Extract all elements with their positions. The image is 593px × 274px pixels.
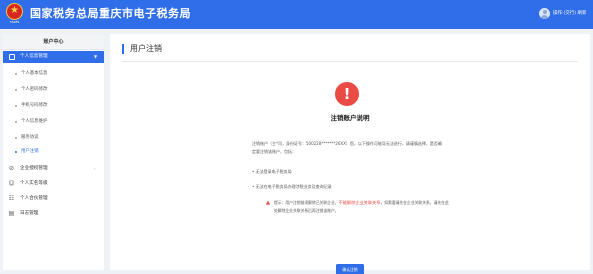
sidebar-group-label: 个人信息管理	[20, 54, 48, 59]
sidebar-menu-partnership[interactable]: ☷ 个人合伙管理	[3, 191, 104, 206]
sidebar-group-personal-info[interactable]: 个人信息管理 ▼	[3, 51, 104, 63]
sidebar-menu-log[interactable]: ▤ 日志管理	[3, 206, 104, 221]
user-avatar-icon[interactable]	[539, 8, 550, 19]
sidebar-item-account-cancel[interactable]: 用户注销	[3, 144, 104, 160]
notice-highlight: 不能解除企业关联关系	[338, 200, 381, 205]
chevron-down-icon: ▼	[94, 54, 98, 59]
tax-emblem-logo: ★ TAXES	[6, 3, 23, 24]
consequence-item: • 无法登录电子税务局	[252, 169, 292, 174]
cancel-description: 注销账户（主*司，身份证号：500228*******26XX）您，以下操作可能…	[252, 141, 442, 154]
chevron-right-icon: ›	[94, 166, 96, 171]
title-divider	[122, 61, 578, 62]
sidebar-title: 账户中心	[3, 34, 104, 50]
consequence-item: • 无法在电子税务局办理涉税业务及查询记录	[252, 184, 332, 189]
cancel-heading: 注销账户说明	[330, 114, 370, 122]
sidebar-item-phone[interactable]: 手机号码修改	[3, 98, 104, 114]
exclamation-icon: !	[335, 82, 359, 106]
warning-triangle-icon: ▲	[265, 200, 271, 206]
site-title: 国家税务总局重庆市电子税务局	[30, 7, 191, 20]
main-panel: 用户注销 ! 注销账户说明 注销账户（主*司，身份证号：500228******…	[110, 34, 590, 274]
check-circle-icon: ⊘	[8, 165, 15, 172]
sidebar-menu-enterprise-auth[interactable]: ⊘ 企业授权管理 ›	[3, 161, 104, 176]
page-title: 用户注销	[122, 44, 162, 54]
person-icon: ☺	[8, 180, 15, 187]
cancel-notice: 提示：用户注销前须解除已关联企业，不能解除企业关联关系，如需要请先在企业关联关系…	[274, 200, 449, 213]
sidebar-item-basic-info[interactable]: 个人基本信息	[3, 66, 104, 82]
user-menu[interactable]: 操作:(交行) 刷新	[553, 10, 586, 17]
group-icon: ☷	[8, 195, 15, 202]
log-icon: ▤	[8, 210, 15, 217]
sidebar-item-maintain[interactable]: 个人信息维护	[3, 114, 104, 130]
sidebar: 账户中心 个人信息管理 ▼ 个人基本信息 个人密码修改 手机号码修改 个人信息维…	[3, 34, 104, 270]
sidebar-menu-realname-level[interactable]: ☺ 个人实名等级	[3, 176, 104, 191]
confirm-cancel-button[interactable]: 确认注销	[336, 264, 364, 274]
sidebar-item-password[interactable]: 个人密码修改	[3, 82, 104, 98]
top-bar: ★ TAXES 国家税务总局重庆市电子税务局 操作:(交行) 刷新	[0, 0, 593, 29]
user-card-icon	[9, 54, 15, 60]
